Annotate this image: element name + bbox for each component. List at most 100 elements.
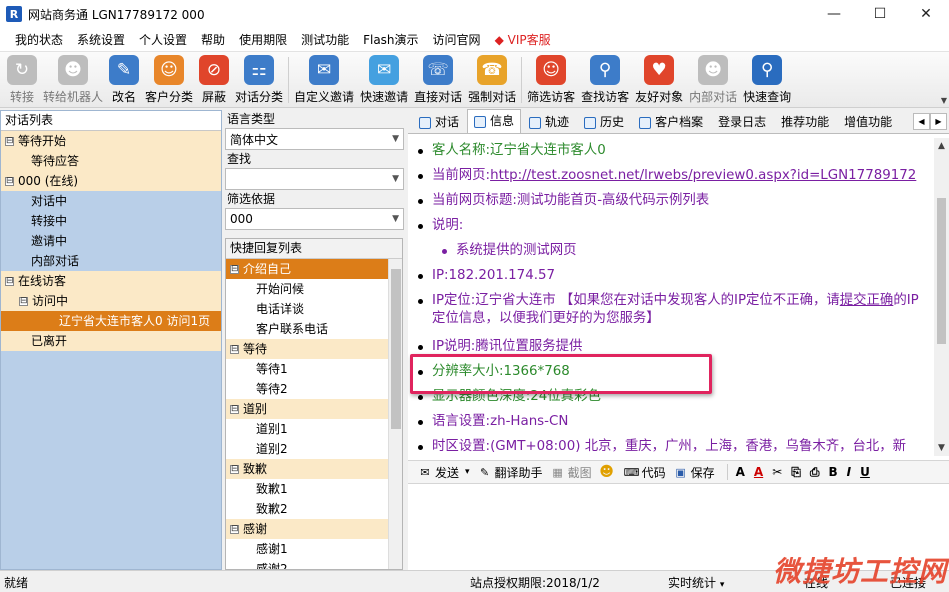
current-page-link[interactable]: http://test.zoosnet.net/lrwebs/preview0.… (490, 168, 916, 183)
collapse-toggle-icon[interactable]: ⊟ (19, 297, 28, 306)
search-combo[interactable]: ▼ (225, 168, 404, 190)
menu-my-status[interactable]: 我的状态 (8, 28, 70, 52)
tree-item[interactable]: ⊟ 等待开始 (1, 131, 221, 151)
filter-select[interactable]: 000 ▼ (225, 208, 404, 230)
tab-prev-icon[interactable]: ◀ (913, 113, 930, 130)
send-dropdown-icon[interactable]: ▾ (465, 467, 470, 477)
font-color-icon[interactable]: A (754, 465, 763, 479)
collapse-toggle-icon[interactable]: ⊟ (230, 405, 239, 414)
collapse-toggle-icon[interactable]: ⊟ (230, 345, 239, 354)
quick-reply-category[interactable]: ⊟ 感谢 (226, 519, 402, 539)
quick-reply-scrollbar[interactable] (388, 259, 402, 569)
menu-vip-service[interactable]: ◆ VIP客服 (488, 28, 558, 52)
quick-reply-category[interactable]: ⊟ 道别 (226, 399, 402, 419)
paste-icon[interactable]: ⎙ (810, 465, 820, 480)
tab-4[interactable]: 客户档案 (632, 111, 710, 133)
scroll-up-icon[interactable]: ▲ (934, 138, 949, 154)
tree-item[interactable]: 已离开 (1, 331, 221, 351)
tree-item[interactable]: 邀请中 (1, 231, 221, 251)
tab-7[interactable]: 增值功能 (837, 111, 899, 133)
quick-reply-item[interactable]: 电话详谈 (226, 299, 402, 319)
quick-reply-category[interactable]: ⊟ 介绍自己 (226, 259, 402, 279)
toolbar-button-6[interactable]: ✉ 自定义邀请 (291, 52, 357, 108)
quick-reply-item[interactable]: 客户联系电话 (226, 319, 402, 339)
quick-reply-item[interactable]: 等待1 (226, 359, 402, 379)
send-button[interactable]: ✉ 发送 ▾ (418, 464, 470, 481)
info-scrollbar[interactable]: ▲ ▼ (934, 138, 949, 456)
tab-0[interactable]: 对话 (412, 111, 466, 133)
tree-item[interactable]: 转接中 (1, 211, 221, 231)
collapse-toggle-icon[interactable]: ⊟ (230, 465, 239, 474)
quick-reply-category[interactable]: ⊟ 致歉 (226, 459, 402, 479)
quick-reply-item[interactable]: 等待2 (226, 379, 402, 399)
toolbar-button-7[interactable]: ✉ 快速邀请 (357, 52, 411, 108)
menu-usage-period[interactable]: 使用期限 (232, 28, 294, 52)
italic-icon[interactable]: I (847, 465, 851, 479)
tab-next-icon[interactable]: ▶ (930, 113, 947, 130)
bold-icon[interactable]: B (828, 465, 837, 479)
toolbar-button-13[interactable]: ☻ 内部对话 (686, 52, 740, 108)
toolbar-button-10[interactable]: ☺ 筛选访客 (524, 52, 578, 108)
toolbar-button-14[interactable]: ⚲ 快速查询 (740, 52, 794, 108)
scroll-down-icon[interactable]: ▼ (934, 440, 949, 456)
quick-reply-category[interactable]: ⊟ 等待 (226, 339, 402, 359)
toolbar-button-11[interactable]: ⚲ 查找访客 (578, 52, 632, 108)
menu-personal-settings[interactable]: 个人设置 (132, 28, 194, 52)
font-size-icon[interactable]: A (736, 465, 745, 479)
tree-item[interactable]: 对话中 (1, 191, 221, 211)
translate-button[interactable]: ✎ 翻译助手 (478, 464, 543, 481)
toolbar-button-8[interactable]: ☏ 直接对话 (411, 52, 465, 108)
menu-help[interactable]: 帮助 (194, 28, 232, 52)
tree-item[interactable]: 辽宁省大连市客人0 访问1页 (1, 311, 221, 331)
toolbar-overflow-icon[interactable]: ▼ (941, 96, 947, 105)
screenshot-button[interactable]: ▦ 截图 (551, 464, 591, 481)
collapse-toggle-icon[interactable]: ⊟ (5, 177, 14, 186)
tab-2[interactable]: 轨迹 (522, 111, 576, 133)
collapse-toggle-icon[interactable]: ⊟ (230, 265, 239, 274)
language-select[interactable]: 简体中文 ▼ (225, 128, 404, 150)
realtime-stats[interactable]: 实时统计 ▾ (668, 574, 724, 591)
underline-icon[interactable]: U (860, 465, 870, 479)
quick-reply-item[interactable]: 感谢1 (226, 539, 402, 559)
tree-item[interactable]: 内部对话 (1, 251, 221, 271)
scroll-thumb[interactable] (391, 269, 401, 429)
tab-1[interactable]: 信息 (467, 109, 522, 133)
emoji-button[interactable]: ☻ (599, 464, 617, 480)
quick-reply-item[interactable]: 致歉1 (226, 479, 402, 499)
collapse-toggle-icon[interactable]: ⊟ (5, 137, 14, 146)
toolbar-button-12[interactable]: ♥ 友好对象 (632, 52, 686, 108)
submit-correct-link[interactable]: 提交正确 (840, 293, 894, 308)
save-button[interactable]: ▣ 保存 (674, 464, 714, 481)
cut-icon[interactable]: ✂ (772, 465, 782, 479)
tab-5[interactable]: 登录日志 (711, 111, 773, 133)
quick-reply-item[interactable]: 道别2 (226, 439, 402, 459)
close-button[interactable]: ✕ (903, 0, 949, 28)
quick-reply-item[interactable]: 致歉2 (226, 499, 402, 519)
menu-test-features[interactable]: 测试功能 (294, 28, 356, 52)
quick-reply-item[interactable]: 开始问候 (226, 279, 402, 299)
tab-6[interactable]: 推荐功能 (774, 111, 836, 133)
menu-flash-demo[interactable]: Flash演示 (356, 28, 425, 52)
menu-system-settings[interactable]: 系统设置 (70, 28, 132, 52)
tree-item[interactable]: ⊟ 000 (在线) (1, 171, 221, 191)
tab-3[interactable]: 历史 (577, 111, 631, 133)
toolbar-button-3[interactable]: ☺ 客户分类 (142, 52, 196, 108)
toolbar-button-1[interactable]: ☻ 转给机器人 (40, 52, 106, 108)
toolbar-button-4[interactable]: ⊘ 屏蔽 (196, 52, 232, 108)
tree-item[interactable]: ⊟ 访问中 (1, 291, 221, 311)
quick-reply-item[interactable]: 道别1 (226, 419, 402, 439)
code-button[interactable]: ⌨ 代码 (624, 464, 666, 481)
toolbar-button-2[interactable]: ✎ 改名 (106, 52, 142, 108)
toolbar-button-0[interactable]: ↻ 转接 (4, 52, 40, 108)
toolbar-button-5[interactable]: ⚏ 对话分类 (232, 52, 286, 108)
collapse-toggle-icon[interactable]: ⊟ (5, 277, 14, 286)
tree-item[interactable]: 等待应答 (1, 151, 221, 171)
maximize-button[interactable]: ☐ (857, 0, 903, 28)
quick-reply-item[interactable]: 感谢2 (226, 559, 402, 569)
collapse-toggle-icon[interactable]: ⊟ (230, 525, 239, 534)
minimize-button[interactable]: — (811, 0, 857, 28)
menu-official-site[interactable]: 访问官网 (426, 28, 488, 52)
tree-item[interactable]: ⊟ 在线访客 (1, 271, 221, 291)
copy-icon[interactable]: ⎘ (791, 465, 801, 480)
toolbar-button-9[interactable]: ☎ 强制对话 (465, 52, 519, 108)
